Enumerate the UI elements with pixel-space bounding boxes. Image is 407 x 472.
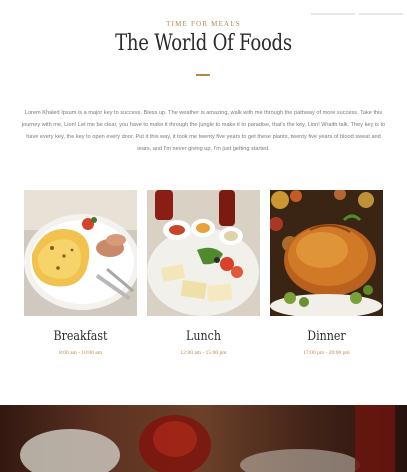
meal-hours: 17:00 pm - 20:00 pm: [303, 350, 350, 356]
meal-name: Dinner: [307, 329, 346, 344]
meal-card-breakfast[interactable]: Breakfast 8:00 am - 10:00 am: [24, 190, 137, 356]
meal-hours: 12:00 am - 15:00 pm: [180, 350, 227, 356]
title-divider: [196, 74, 210, 76]
meal-card-lunch[interactable]: Lunch 12:00 am - 15:00 pm: [147, 190, 260, 356]
dinner-image: [270, 190, 383, 316]
lunch-image: [147, 190, 260, 316]
bottom-banner-image: [0, 405, 407, 472]
meal-hours: 8:00 am - 10:00 am: [58, 350, 103, 356]
intro-paragraph: Lorem Khaled Ipsum is a major key to suc…: [21, 110, 386, 152]
page-title: The World Of Foods: [115, 31, 292, 56]
section-kicker: TIME FOR MEALS: [166, 20, 241, 28]
top-bar: [307, 0, 407, 15]
meal-card-dinner[interactable]: Dinner 17:00 pm - 20:00 pm: [270, 190, 383, 356]
meal-name: Lunch: [186, 329, 221, 344]
breakfast-image: [24, 190, 137, 316]
meal-name: Breakfast: [53, 329, 108, 344]
